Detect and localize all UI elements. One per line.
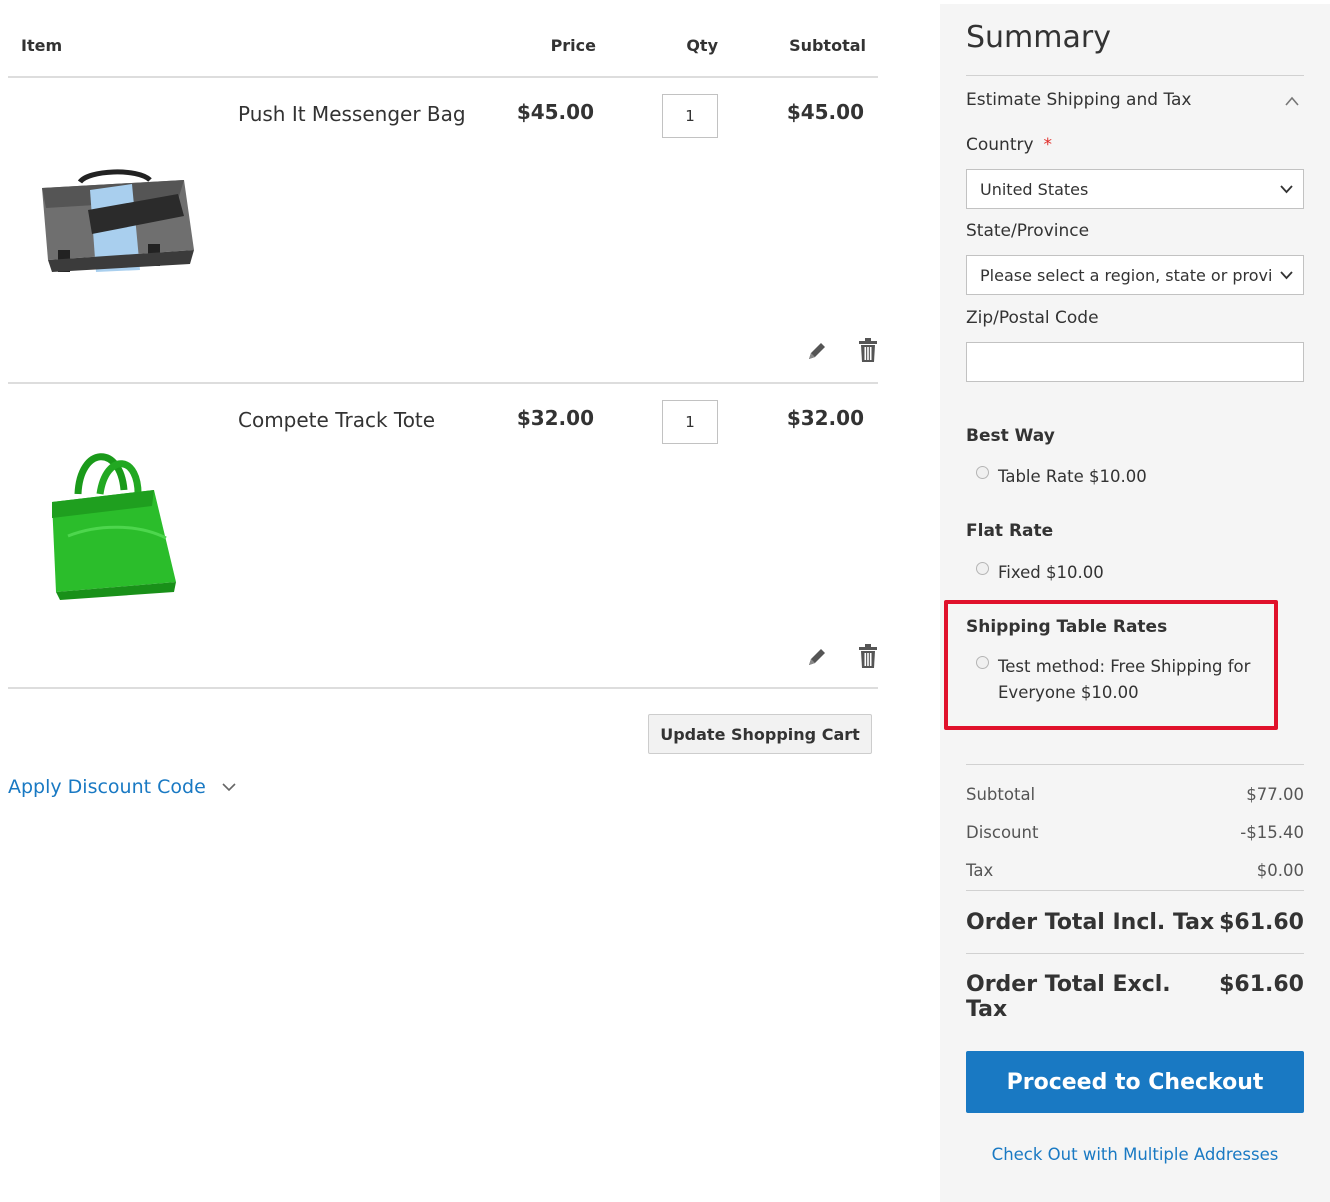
edit-pencil-icon[interactable] [806, 646, 828, 668]
cart-item-row: Compete Track Tote $32.00 1 $32.00 [8, 384, 878, 688]
product-name[interactable]: Push It Messenger Bag [238, 102, 466, 126]
required-asterisk: * [1043, 135, 1053, 155]
column-header-price: Price [550, 36, 596, 55]
multiple-addresses-link[interactable]: Check Out with Multiple Addresses [940, 1145, 1330, 1164]
country-value: United States [980, 179, 1089, 199]
discount-label: Discount [966, 823, 1039, 842]
tax-value: $0.00 [1256, 861, 1304, 880]
order-total-excl-row: Order Total Excl. Tax $61.60 [966, 972, 1304, 1022]
radio-button[interactable] [976, 656, 989, 669]
cart-item-row: Push It Messenger Bag $45.00 1 $45.00 [8, 78, 878, 382]
divider [966, 75, 1304, 76]
shipping-option-table-rate[interactable]: Table Rate $10.00 [976, 464, 1147, 490]
state-select[interactable]: Please select a region, state or provinc… [966, 255, 1304, 295]
column-header-item: Item [21, 36, 63, 55]
apply-discount-toggle[interactable]: Apply Discount Code [8, 776, 236, 798]
zip-input[interactable] [966, 342, 1304, 382]
cart-table: Item Price Qty Subtotal Push It Messenge… [8, 0, 880, 760]
state-label: State/Province [966, 221, 1090, 241]
order-total-incl-row: Order Total Incl. Tax $61.60 [966, 910, 1304, 935]
row-subtotal: $45.00 [786, 100, 864, 124]
edit-pencil-icon[interactable] [806, 340, 828, 362]
product-price: $45.00 [516, 100, 594, 124]
tote-bag-image[interactable] [28, 406, 198, 606]
method-carrier-flat-rate: Flat Rate [966, 521, 1054, 541]
subtotal-row: Subtotal $77.00 [966, 785, 1304, 804]
divider [966, 764, 1304, 765]
method-carrier-shipping-table-rates: Shipping Table Rates [966, 617, 1168, 637]
messenger-bag-image[interactable] [28, 100, 198, 300]
column-header-qty: Qty [686, 36, 718, 55]
country-label: Country * [966, 135, 1052, 155]
product-name[interactable]: Compete Track Tote [238, 408, 435, 432]
divider [966, 890, 1304, 891]
order-total-incl-label: Order Total Incl. Tax [966, 910, 1215, 935]
divider [8, 687, 878, 689]
qty-input[interactable]: 1 [662, 400, 718, 444]
discount-label: Apply Discount Code [8, 776, 206, 798]
shipping-option-label: Table Rate $10.00 [998, 467, 1147, 486]
column-header-subtotal: Subtotal [789, 36, 866, 55]
order-total-excl-value: $61.60 [1219, 972, 1304, 997]
qty-input[interactable]: 1 [662, 94, 718, 138]
shipping-option-label: Fixed $10.00 [998, 563, 1104, 582]
row-subtotal: $32.00 [786, 406, 864, 430]
tax-row: Tax $0.00 [966, 861, 1304, 880]
discount-value: -$15.40 [1240, 823, 1304, 842]
order-summary: Summary Estimate Shipping and Tax Countr… [940, 4, 1330, 1202]
estimate-shipping-toggle[interactable]: Estimate Shipping and Tax [966, 90, 1192, 110]
shipping-option-free-shipping[interactable]: Test method: Free Shipping for Everyone … [976, 654, 1256, 706]
shipping-option-label: Test method: Free Shipping for Everyone … [998, 657, 1251, 702]
trash-icon[interactable] [857, 643, 879, 669]
radio-button[interactable] [976, 562, 989, 575]
trash-icon[interactable] [857, 337, 879, 363]
shipping-option-fixed[interactable]: Fixed $10.00 [976, 560, 1104, 586]
country-select[interactable]: United States [966, 169, 1304, 209]
subtotal-label: Subtotal [966, 785, 1036, 804]
product-price: $32.00 [516, 406, 594, 430]
discount-row: Discount -$15.40 [966, 823, 1304, 842]
subtotal-value: $77.00 [1246, 785, 1304, 804]
method-carrier-best-way: Best Way [966, 426, 1055, 446]
update-cart-button[interactable]: Update Shopping Cart [648, 714, 872, 754]
zip-label: Zip/Postal Code [966, 308, 1099, 328]
proceed-to-checkout-button[interactable]: Proceed to Checkout [966, 1051, 1304, 1113]
state-placeholder: Please select a region, state or provinc… [980, 265, 1273, 285]
country-label-text: Country [966, 135, 1034, 155]
chevron-down-icon [222, 782, 236, 791]
radio-button[interactable] [976, 466, 989, 479]
chevron-down-icon [1280, 185, 1293, 194]
summary-title: Summary [966, 20, 1111, 55]
order-total-excl-label: Order Total Excl. Tax [966, 972, 1171, 1022]
order-total-incl-value: $61.60 [1219, 910, 1304, 935]
tax-label: Tax [966, 861, 994, 880]
divider [966, 953, 1304, 954]
chevron-down-icon [1280, 271, 1293, 280]
chevron-up-icon[interactable] [1285, 96, 1299, 106]
